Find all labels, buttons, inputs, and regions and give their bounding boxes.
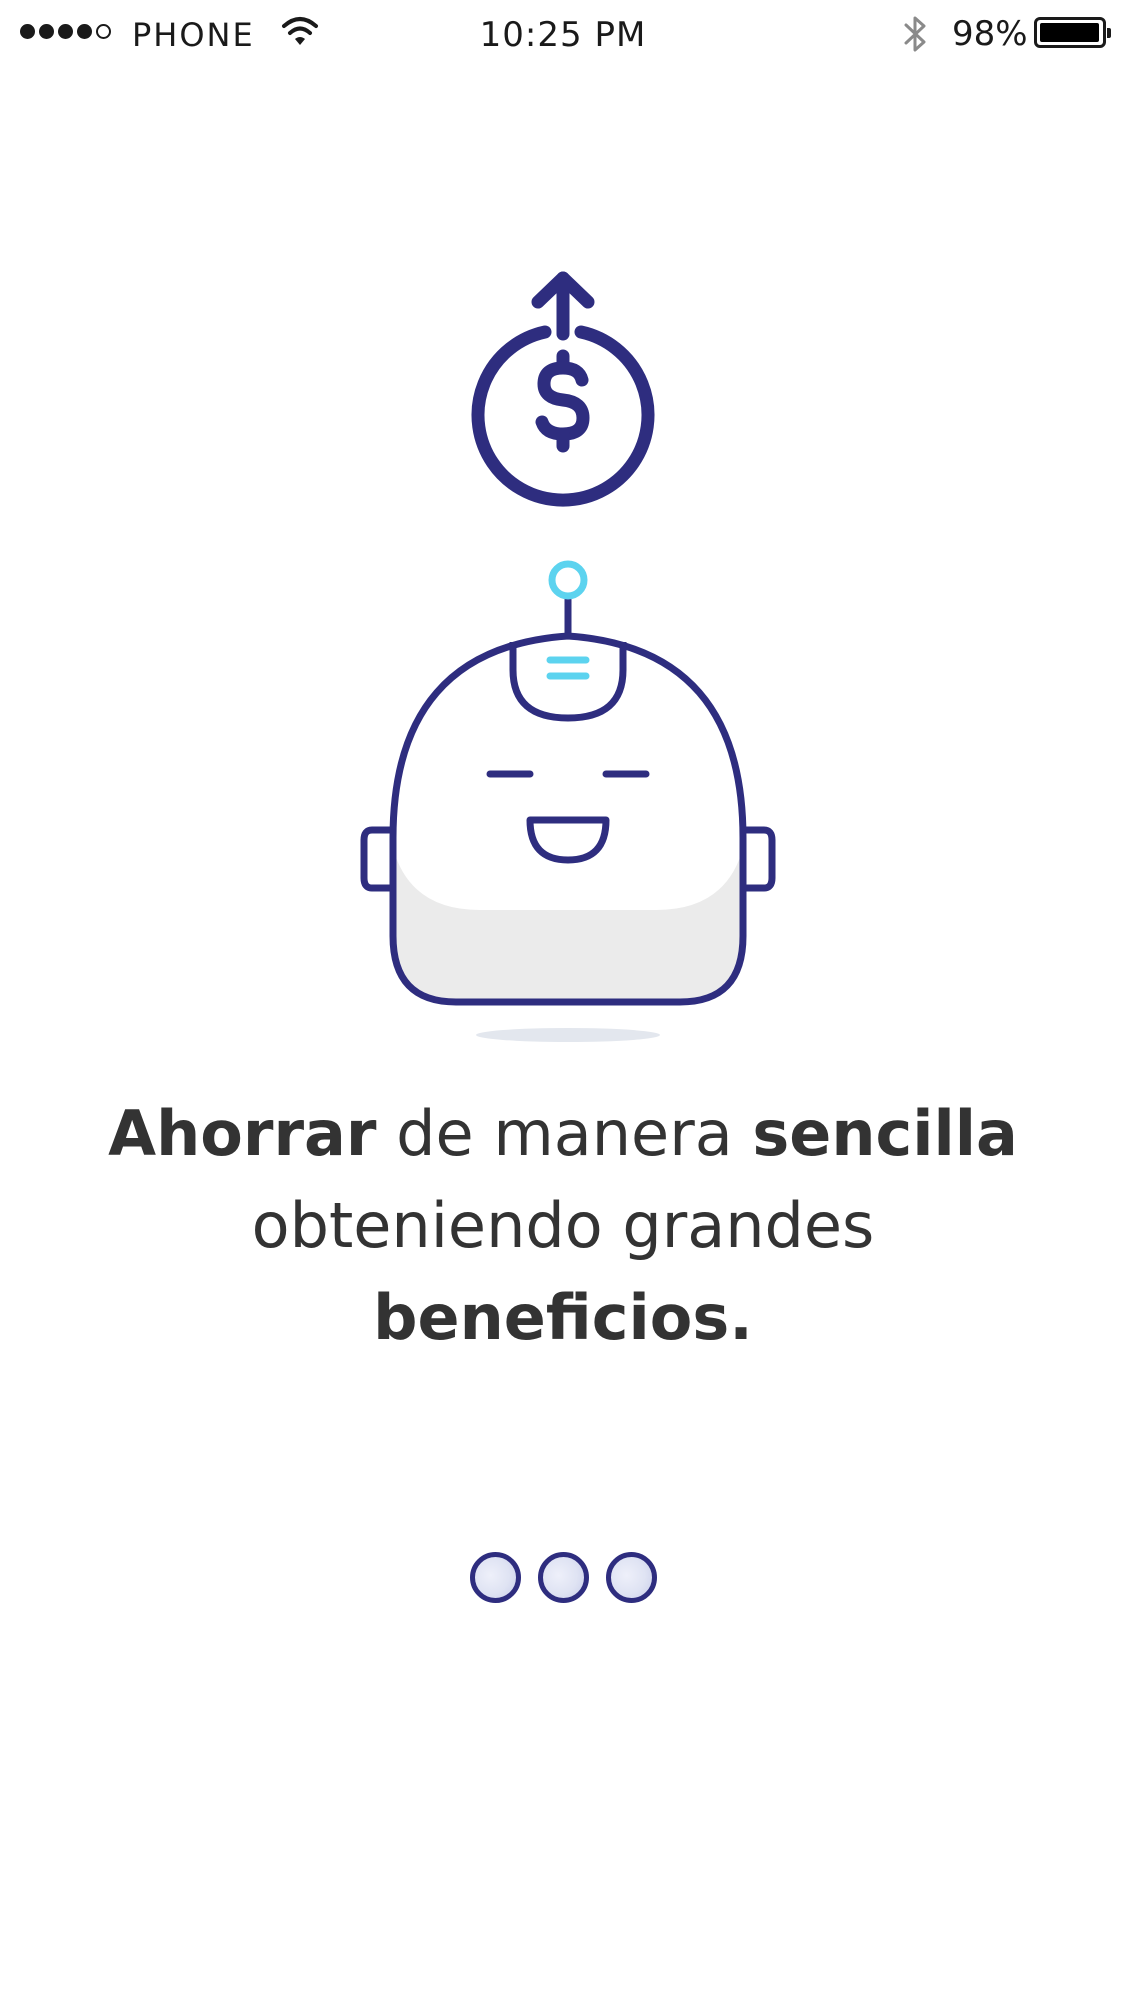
- page-dot-3[interactable]: [606, 1552, 657, 1603]
- headline-bold-sencilla: sencilla: [752, 1097, 1018, 1170]
- onboarding-headline: Ahorrar de manera sencilla obteniendo gr…: [60, 1088, 1066, 1364]
- battery-fill: [1040, 23, 1099, 42]
- battery-tip: [1107, 28, 1111, 38]
- dollar-up-arrow-icon: [471, 271, 655, 507]
- headline-bold-beneficios: beneficios.: [373, 1281, 753, 1354]
- headline-text: obteniendo grandes: [251, 1189, 875, 1262]
- bluetooth-icon: [904, 16, 926, 52]
- page-dot-1[interactable]: [470, 1552, 521, 1603]
- page-dot-2[interactable]: [538, 1552, 589, 1603]
- page-indicator: [470, 1552, 657, 1603]
- headline-bold-ahorrar: Ahorrar: [108, 1097, 377, 1170]
- battery-percent: 98%: [952, 14, 1028, 54]
- headline-text: de manera: [376, 1097, 753, 1170]
- battery-icon: [1034, 17, 1111, 48]
- smiling-robot-head-icon: [360, 560, 776, 1042]
- status-bar: PHONE 10:25 PM 98%: [0, 0, 1126, 72]
